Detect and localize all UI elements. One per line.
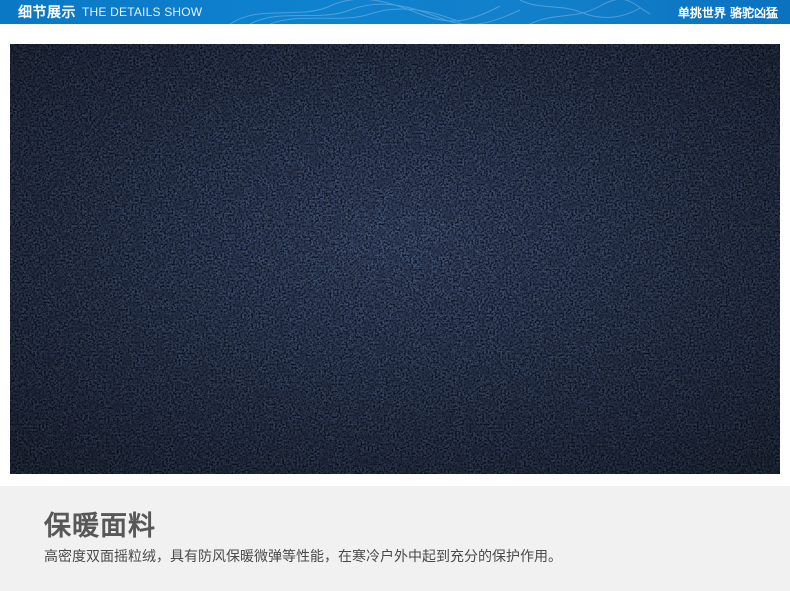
header-banner: 细节展示 THE DETAILS SHOW 单挑世界 骆驼凶猛 xyxy=(0,0,790,24)
fleece-texture xyxy=(10,44,780,474)
fabric-closeup-photo xyxy=(10,44,780,474)
section-title-cn: 细节展示 xyxy=(18,5,76,21)
feature-title: 保暖面料 xyxy=(44,511,156,542)
brand-slogan: 单挑世界 骆驼凶猛 xyxy=(677,5,778,20)
section-title-en: THE DETAILS SHOW xyxy=(82,5,203,19)
feature-info-panel: 保暖面料 高密度双面摇粒绒，具有防风保暖微弹等性能，在寒冷户外中起到充分的保护作… xyxy=(0,486,790,591)
banner-heading: 细节展示 THE DETAILS SHOW xyxy=(18,0,202,24)
feature-description: 高密度双面摇粒绒，具有防风保暖微弹等性能，在寒冷户外中起到充分的保护作用。 xyxy=(44,549,562,565)
